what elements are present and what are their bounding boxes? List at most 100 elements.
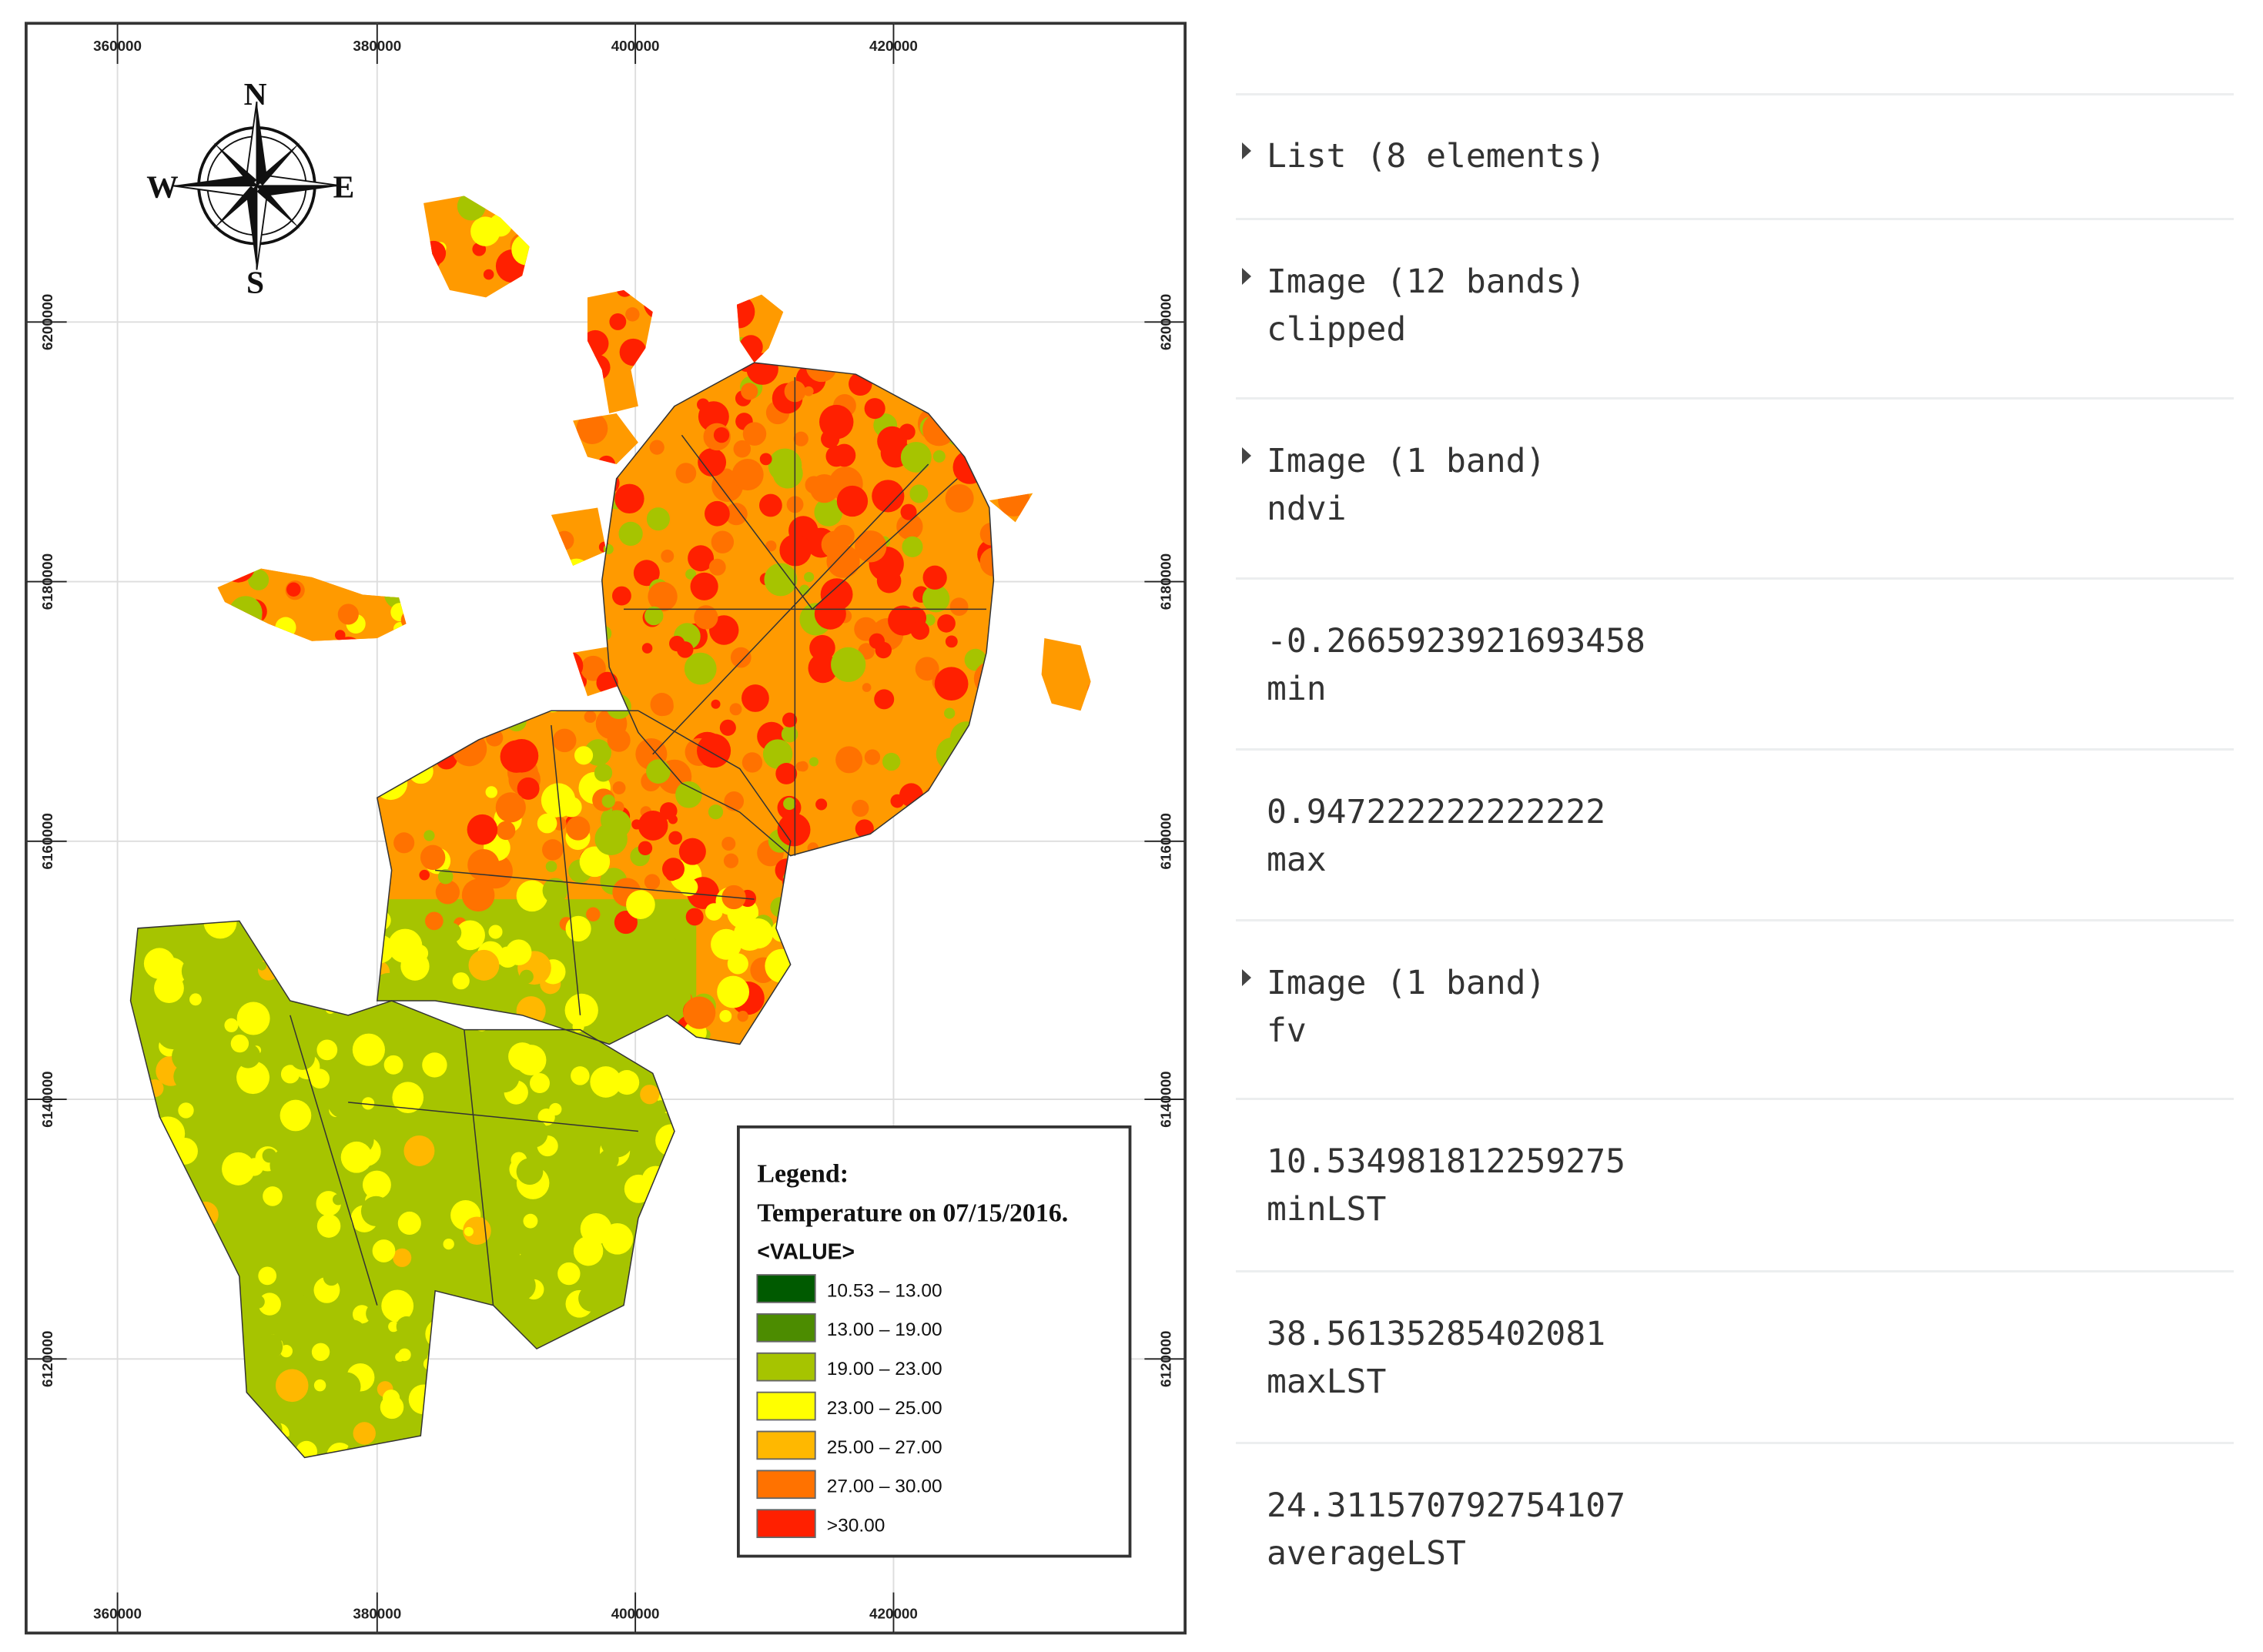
- temperature-patch: [711, 699, 721, 709]
- legend-class-label: 27.00 – 30.00: [827, 1476, 942, 1497]
- temperature-patch: [571, 1066, 590, 1085]
- entry-value: Image (1 band): [1267, 964, 1546, 1002]
- compass-south: S: [246, 265, 264, 300]
- entry-divider: [1236, 397, 2234, 400]
- temperature-patch: [594, 822, 628, 856]
- temperature-patch: [713, 426, 730, 443]
- legend-class-label: 23.00 – 25.00: [827, 1398, 942, 1419]
- temperature-patch: [340, 1141, 373, 1173]
- console-output-panel: List (8 elements) Image (12 bands) clipped…: [1236, 0, 2234, 1652]
- temperature-patch: [263, 1186, 283, 1206]
- temperature-patch: [483, 269, 494, 280]
- temperature-patch: [742, 422, 767, 446]
- temperature-patch: [313, 1379, 326, 1392]
- temperature-patch: [644, 874, 661, 890]
- expand-triangle-icon[interactable]: [1242, 142, 1251, 159]
- temperature-patch: [638, 811, 668, 841]
- temperature-patch: [287, 1322, 318, 1353]
- temperature-patch: [783, 797, 796, 811]
- temperature-patch: [909, 484, 929, 503]
- temperature-patch: [831, 647, 866, 682]
- temperature-patch: [172, 1042, 202, 1072]
- temperature-patch: [874, 689, 895, 710]
- temperature-patch: [737, 1011, 748, 1022]
- temperature-patch: [669, 635, 685, 652]
- temperature-patch: [640, 1085, 660, 1105]
- temperature-patch: [661, 549, 675, 563]
- temperature-patch: [729, 703, 742, 716]
- temperature-patch: [496, 821, 516, 841]
- temperature-patch: [360, 1196, 392, 1226]
- temperature-patch: [452, 972, 470, 990]
- temperature-patch: [705, 903, 723, 921]
- entry-label: fv: [1267, 1012, 1307, 1050]
- temperature-patch: [566, 816, 591, 841]
- entry-value: 10.534981812259275: [1267, 1142, 1625, 1181]
- temperature-patch: [724, 791, 745, 811]
- temperature-patch: [505, 1274, 531, 1299]
- x-tick-label: 420000: [869, 38, 918, 54]
- temperature-patch: [278, 1256, 300, 1279]
- expand-triangle-icon[interactable]: [1242, 447, 1251, 464]
- map-legend: Legend: Temperature on 07/15/2016. <VALU…: [737, 1125, 1132, 1558]
- temperature-patch: [422, 1052, 447, 1078]
- temperature-patch: [505, 939, 532, 965]
- temperature-patch: [937, 614, 956, 633]
- expand-triangle-icon[interactable]: [1242, 969, 1251, 986]
- temperature-patch: [467, 814, 498, 845]
- temperature-patch: [403, 1135, 435, 1166]
- temperature-patch: [529, 1073, 550, 1094]
- temperature-patch: [546, 1227, 566, 1247]
- temperature-patch: [545, 861, 557, 872]
- legend-class-label: 25.00 – 27.00: [827, 1437, 942, 1458]
- temperature-patch: [466, 993, 475, 1003]
- temperature-patch: [910, 620, 929, 640]
- temperature-patch: [601, 794, 615, 808]
- temperature-patch: [804, 571, 815, 583]
- y-tick-label: 6200000: [1157, 294, 1173, 350]
- temperature-patch: [224, 1018, 239, 1032]
- temperature-patch: [437, 965, 454, 983]
- x-tick-label: 360000: [93, 1606, 142, 1622]
- legend-class-label: >30.00: [827, 1515, 885, 1536]
- temperature-patch: [772, 458, 803, 489]
- y-tick-label: 6180000: [39, 553, 55, 610]
- compass-west: W: [146, 169, 178, 204]
- legend-swatch: [756, 1274, 816, 1303]
- temperature-patch: [332, 1194, 344, 1206]
- temperature-patch: [915, 657, 939, 681]
- x-tick-label: 400000: [611, 1606, 660, 1622]
- y-tick-label: 6120000: [39, 1331, 55, 1387]
- legend-swatch: [756, 1509, 816, 1538]
- temperature-patch: [382, 1389, 400, 1407]
- temperature-patch: [443, 1238, 454, 1250]
- temperature-patch: [730, 647, 752, 668]
- temperature-patch: [485, 1085, 495, 1095]
- temperature-patch: [245, 1158, 264, 1176]
- temperature-patch: [331, 1359, 349, 1377]
- temperature-patch: [407, 963, 417, 973]
- temperature-patch: [283, 1293, 310, 1320]
- temperature-patch: [528, 1249, 541, 1261]
- temperature-patch: [803, 386, 814, 396]
- entry-value: Image (1 band): [1267, 442, 1546, 480]
- temperature-patch: [262, 1148, 277, 1163]
- temperature-patch: [945, 635, 958, 648]
- temperature-patch: [708, 804, 724, 820]
- temperature-patch: [770, 836, 780, 846]
- entry-value: 24.311570792754107: [1267, 1486, 1625, 1525]
- temperature-patch: [230, 1034, 249, 1053]
- y-tick-label: 6180000: [1157, 553, 1173, 610]
- temperature-patch: [598, 1149, 619, 1170]
- temperature-patch: [561, 797, 582, 818]
- temperature-patch: [584, 711, 597, 724]
- expand-triangle-icon[interactable]: [1242, 268, 1251, 285]
- temperature-patch: [394, 911, 407, 923]
- temperature-patch: [461, 878, 495, 912]
- temperature-patch: [815, 798, 828, 811]
- temperature-patch: [468, 949, 500, 981]
- temperature-patch: [445, 1135, 480, 1171]
- entry-label: clipped: [1267, 310, 1407, 349]
- temperature-patch: [251, 1295, 265, 1309]
- temperature-patch: [820, 578, 853, 611]
